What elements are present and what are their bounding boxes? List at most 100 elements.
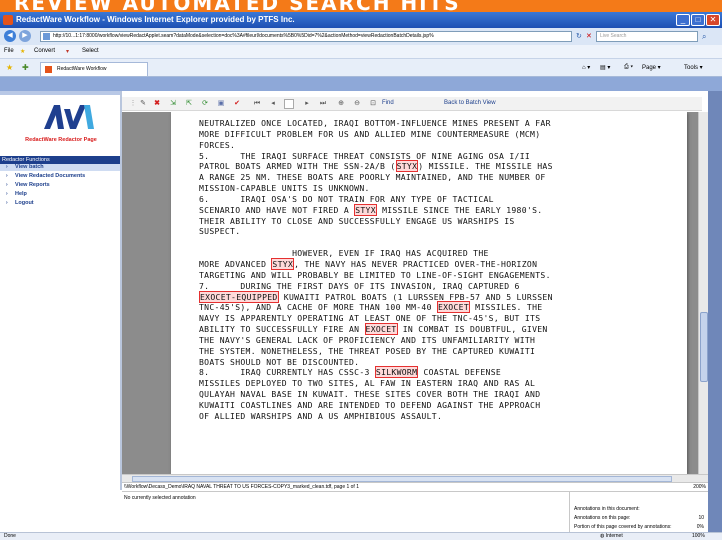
sidebar-item-view-reports[interactable]: › View Reports xyxy=(0,182,120,189)
stop-icon[interactable]: ✕ xyxy=(586,32,592,40)
document-line: MORE ADVANCED STYX, THE NAVY HAS NEVER P… xyxy=(199,257,679,270)
last-page-icon[interactable]: ⏭ xyxy=(318,99,328,109)
line-text: MISSILE SINCE THE EARLY 1980'S. xyxy=(376,204,543,215)
back-to-batch-view-link[interactable]: Back to Batch View xyxy=(444,100,496,106)
page-menu[interactable]: Page ▾ xyxy=(642,64,661,71)
maximize-button[interactable]: □ xyxy=(691,14,705,26)
window-title-bar: RedactWare Workflow - Windows Internet E… xyxy=(0,12,722,28)
arrow-icon: › xyxy=(6,191,8,197)
export-icon[interactable]: ⇱ xyxy=(184,99,194,109)
document-line: MISSILES DEPLOYED TO TWO SITES, AL FAW I… xyxy=(199,378,679,389)
tab-redactware-workflow[interactable]: RedactWare Workflow xyxy=(40,62,148,76)
line-text: ) MISSILE. THE MISSILE HAS xyxy=(418,161,553,172)
status-bar: Done ◍ Internet 100% xyxy=(0,532,722,540)
search-input[interactable]: Live Search xyxy=(596,31,698,42)
refresh-page-icon[interactable]: ⟳ xyxy=(200,99,210,109)
globe-icon: ◍ xyxy=(600,533,605,539)
convert-button[interactable]: Convert xyxy=(34,48,55,54)
favorites-center-icon[interactable]: ★ xyxy=(6,63,13,72)
convert-dropdown-icon[interactable]: ▾ xyxy=(66,48,69,55)
home-icon[interactable]: ⌂ ▾ xyxy=(582,64,590,71)
sidebar-item-help[interactable]: › Help xyxy=(0,191,120,198)
fit-page-icon[interactable]: ⊡ xyxy=(368,99,378,109)
check-icon[interactable]: ✔ xyxy=(232,99,242,109)
select-button[interactable]: Select xyxy=(82,48,99,54)
tools-menu-label: Tools xyxy=(684,65,699,71)
sidebar-item-view-redacted-documents[interactable]: › View Redacted Documents xyxy=(0,173,120,180)
sidebar-item-label: View Reports xyxy=(15,182,50,188)
redaction-hit[interactable]: SILKWORM xyxy=(374,366,419,379)
line-text: ABILITY TO SUCCESSFULLY FIRE AN xyxy=(199,324,365,335)
add-favorite-icon[interactable]: ✚ xyxy=(22,63,29,72)
tab-label: RedactWare Workflow xyxy=(57,66,107,72)
document-line: TNC-45'S), AND A CACHE OF MORE THAN 100 … xyxy=(199,301,679,314)
tools-menu[interactable]: Tools ▾ xyxy=(684,64,703,71)
sidebar-item-view-batch[interactable]: › View batch xyxy=(0,164,120,171)
back-icon[interactable]: ◀ xyxy=(4,30,16,42)
document-line: MISSION-CAPABLE UNITS IS UNKNOWN. xyxy=(199,183,679,194)
find-button[interactable]: Find xyxy=(382,100,394,106)
print-icon[interactable]: ⎙ ▾ xyxy=(624,64,633,71)
next-page-icon[interactable]: ▸ xyxy=(302,99,312,109)
menu-file[interactable]: File xyxy=(4,48,14,54)
document-line: 7. DURING THE FIRST DAYS OF ITS INVASION… xyxy=(199,281,679,292)
document-line: TARGETING AND WILL PROBABLY BE LIMITED T… xyxy=(199,270,679,281)
line-text: MISSILES. THE xyxy=(470,302,543,313)
redaction-hit[interactable]: STYX xyxy=(271,257,295,270)
document-line: BOATS SHOULD NOT BE DISCOUNTED. xyxy=(199,357,679,368)
line-text: BOATS SHOULD NOT BE DISCOUNTED. xyxy=(199,356,360,367)
line-text: THEIR ABILITY TO CLOSE AND SUCCESSFULLY … xyxy=(199,215,515,226)
redaction-hit[interactable]: EXOCET-EQUIPPED xyxy=(199,290,279,303)
menu-bar: File ★ Convert ▾ Select xyxy=(0,45,722,59)
line-text: SCENARIO AND HAVE NOT FIRED A xyxy=(199,204,355,215)
document-page: NEUTRALIZED ONCE LOCATED, IRAQI BOTTOM-I… xyxy=(171,112,687,474)
document-line: FORCES. xyxy=(199,140,679,151)
tab-favicon-icon xyxy=(45,66,52,73)
document-line: THE SYSTEM. NONETHELESS, THE THREAT POSE… xyxy=(199,346,679,357)
sidebar-item-label: Logout xyxy=(15,200,34,206)
first-page-icon[interactable]: ⏮ xyxy=(252,99,262,109)
favorites-star-icon[interactable]: ★ xyxy=(20,48,25,55)
vertical-scrollbar[interactable] xyxy=(698,112,708,474)
pencil-icon[interactable]: ✎ xyxy=(138,99,148,109)
redaction-hit[interactable]: EXOCET xyxy=(364,323,398,336)
line-text: FORCES. xyxy=(199,139,236,150)
zoom-level: 200% xyxy=(693,484,706,490)
feeds-icon[interactable]: ▤ ▾ xyxy=(600,64,610,71)
close-button[interactable]: ✕ xyxy=(706,14,720,26)
arrow-icon: › xyxy=(6,200,8,206)
status-zoom[interactable]: 100% xyxy=(692,533,705,540)
document-line: SUSPECT. xyxy=(199,226,679,237)
delete-icon[interactable]: ✖ xyxy=(152,99,162,109)
annotation-stats: Annotations in this document: Annotation… xyxy=(569,492,708,533)
app-icon xyxy=(3,15,13,25)
line-text: OF ALLIED WARSHIPS AND A US AMPHIBIOUS A… xyxy=(199,410,443,421)
page-number-field[interactable] xyxy=(284,99,294,109)
favorites-bar: ★ ✚ RedactWare Workflow ⌂ ▾ ▤ ▾ ⎙ ▾ Page… xyxy=(0,59,722,77)
vertical-scroll-thumb[interactable] xyxy=(700,312,708,382)
stat-document-annotations: Annotations in this document: xyxy=(574,506,706,514)
minimize-button[interactable]: _ xyxy=(676,14,690,26)
url-field[interactable]: http://10...1:17:8000/workflow/viewRedac… xyxy=(40,31,572,42)
import-icon[interactable]: ⇲ xyxy=(168,99,178,109)
document-line: 6. IRAQI OSA'S DO NOT TRAIN FOR ANY TYPE… xyxy=(199,194,679,205)
window-edge xyxy=(708,91,722,532)
arrow-icon: › xyxy=(6,173,8,179)
line-text: HOWEVER, EVEN IF IRAQ HAS ACQUIRED THE xyxy=(199,248,489,259)
refresh-icon[interactable]: ↻ xyxy=(576,32,582,40)
banner-text: REVIEW AUTOMATED SEARCH HITS xyxy=(14,0,461,12)
redaction-hit[interactable]: EXOCET xyxy=(436,301,470,314)
save-icon[interactable]: ▣ xyxy=(216,99,226,109)
document-path: \\Workflow\Decass_Demo\IRAQ NAVAL THREAT… xyxy=(124,484,359,490)
sidebar-item-logout[interactable]: › Logout xyxy=(0,200,120,207)
redaction-hit[interactable]: STYX xyxy=(395,160,419,173)
sidebar-item-label: Help xyxy=(15,191,27,197)
search-icon[interactable]: ⌕ xyxy=(702,32,706,42)
document-line: QULAYAH NAVAL BASE IN KUWAIT. THESE SITE… xyxy=(199,389,679,400)
forward-icon[interactable]: ▶ xyxy=(19,30,31,42)
prev-page-icon[interactable]: ◂ xyxy=(268,99,278,109)
horizontal-scrollbar[interactable] xyxy=(122,474,708,482)
redaction-hit[interactable]: STYX xyxy=(354,203,377,216)
zoom-in-icon[interactable]: ⊕ xyxy=(336,99,346,109)
zoom-out-icon[interactable]: ⊖ xyxy=(352,99,362,109)
